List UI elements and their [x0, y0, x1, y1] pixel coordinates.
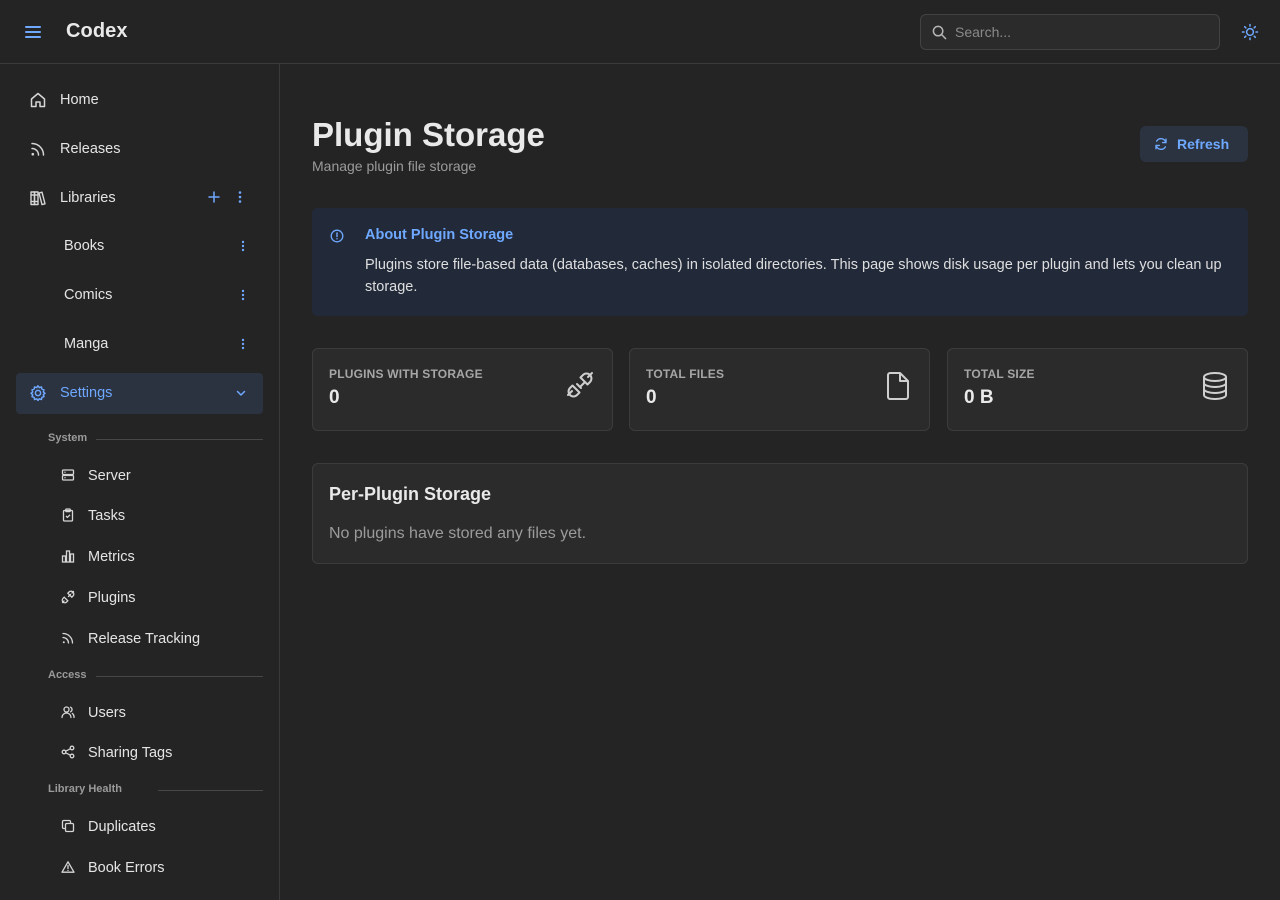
- sidebar-item-metrics[interactable]: Metrics: [48, 539, 263, 573]
- sidebar-item-plugins[interactable]: Plugins: [48, 580, 263, 614]
- search-box[interactable]: [920, 14, 1220, 50]
- library-menu-icon[interactable]: [238, 288, 248, 302]
- plug-icon: [61, 590, 75, 604]
- panel-title: Per-Plugin Storage: [329, 484, 492, 504]
- file-icon: [885, 371, 911, 401]
- sidebar-item-release-tracking[interactable]: Release Tracking: [48, 621, 263, 655]
- stat-card-plugins-with-storage: PLUGINS WITH STORAGE 0: [312, 348, 613, 431]
- page-title: Plugin Storage: [312, 116, 545, 153]
- sidebar-item-tasks[interactable]: Tasks: [48, 498, 263, 532]
- rss-icon: [29, 140, 47, 158]
- search-input[interactable]: [955, 15, 1215, 49]
- library-item-manga[interactable]: Manga: [16, 324, 263, 364]
- divider: [96, 439, 263, 440]
- library-label: Books: [64, 238, 105, 254]
- add-library-icon[interactable]: [207, 190, 221, 204]
- server-icon: [61, 468, 75, 482]
- divider: [96, 676, 263, 677]
- sidebar-item-duplicates[interactable]: Duplicates: [48, 809, 263, 843]
- libraries-menu-icon[interactable]: [233, 190, 247, 204]
- section-header-library-health: Library Health: [48, 783, 263, 797]
- section-title: Library Health: [48, 783, 122, 795]
- search-icon: [932, 25, 947, 40]
- sidebar-item-users[interactable]: Users: [48, 695, 263, 729]
- bar-chart-icon: [61, 549, 75, 563]
- section-title: System: [48, 432, 88, 444]
- page-subtitle: Manage plugin file storage: [312, 158, 477, 174]
- per-plugin-storage-panel: Per-Plugin Storage No plugins have store…: [312, 463, 1248, 564]
- empty-state-text: No plugins have stored any files yet.: [329, 525, 587, 542]
- clipboard-icon: [61, 508, 75, 522]
- sidebar-item-label: Server: [88, 468, 131, 484]
- app-brand[interactable]: Codex: [66, 20, 128, 43]
- stat-value: 0: [646, 387, 657, 408]
- sidebar-item-label: Metrics: [88, 549, 135, 565]
- section-header-system: System: [48, 432, 263, 446]
- home-icon: [29, 91, 47, 109]
- users-icon: [61, 705, 75, 719]
- rss-icon: [61, 631, 75, 645]
- sidebar-item-libraries[interactable]: Libraries: [16, 178, 263, 218]
- section-header-access: Access: [48, 669, 263, 683]
- sidebar-item-label: Plugins: [88, 590, 136, 606]
- books-icon: [29, 189, 47, 207]
- share-icon: [61, 745, 75, 759]
- refresh-label: Refresh: [1177, 136, 1230, 152]
- copy-icon: [61, 819, 75, 833]
- library-menu-icon[interactable]: [238, 239, 248, 253]
- warning-icon: [61, 860, 75, 874]
- alert-body: Plugins store file-based data (databases…: [365, 257, 1222, 295]
- chevron-down-icon[interactable]: [235, 387, 247, 399]
- library-menu-icon[interactable]: [238, 337, 248, 351]
- stat-card-total-files: TOTAL FILES 0: [629, 348, 930, 431]
- stat-card-total-size: TOTAL SIZE 0 B: [947, 348, 1248, 431]
- info-alert: About Plugin Storage Plugins store file-…: [312, 208, 1248, 316]
- plug-icon: [566, 371, 594, 401]
- sidebar-item-sharing-tags[interactable]: Sharing Tags: [48, 735, 263, 769]
- sidebar-item-label: Home: [60, 92, 99, 108]
- sidebar-item-label: Tasks: [88, 508, 126, 524]
- stat-title: TOTAL SIZE: [964, 367, 1035, 381]
- sidebar-item-label: Release Tracking: [88, 631, 201, 647]
- sidebar-item-label: Users: [88, 705, 126, 721]
- refresh-icon: [1154, 137, 1168, 151]
- sidebar-item-server[interactable]: Server: [48, 458, 263, 492]
- sidebar: Home Releases Libraries Books Comics Man…: [0, 64, 280, 900]
- sidebar-item-label: Releases: [60, 141, 121, 157]
- stat-title: PLUGINS WITH STORAGE: [329, 367, 483, 381]
- sidebar-item-label: Book Errors: [88, 860, 165, 876]
- stat-title: TOTAL FILES: [646, 367, 725, 381]
- sidebar-item-releases[interactable]: Releases: [16, 129, 263, 169]
- library-label: Comics: [64, 287, 113, 303]
- sidebar-item-book-errors[interactable]: Book Errors: [48, 850, 263, 884]
- library-item-books[interactable]: Books: [16, 226, 263, 266]
- sidebar-item-settings[interactable]: Settings: [16, 373, 263, 414]
- sidebar-item-label: Sharing Tags: [88, 745, 173, 761]
- library-label: Manga: [64, 336, 109, 352]
- divider: [158, 790, 263, 791]
- stat-value: 0: [329, 387, 340, 408]
- alert-title: About Plugin Storage: [365, 227, 514, 243]
- sidebar-item-label: Settings: [60, 385, 113, 401]
- menu-toggle-icon[interactable]: [24, 22, 42, 42]
- stat-value: 0 B: [964, 387, 994, 408]
- sun-icon[interactable]: [1241, 23, 1259, 41]
- sidebar-item-home[interactable]: Home: [16, 80, 263, 120]
- library-item-comics[interactable]: Comics: [16, 275, 263, 315]
- refresh-button[interactable]: Refresh: [1140, 126, 1248, 162]
- sidebar-item-label: Duplicates: [88, 819, 156, 835]
- gear-icon: [29, 384, 47, 402]
- sidebar-item-label: Libraries: [60, 190, 116, 206]
- info-icon: [330, 229, 344, 243]
- section-title: Access: [48, 669, 87, 681]
- database-icon: [1201, 371, 1229, 401]
- app-header: Codex: [0, 0, 1280, 64]
